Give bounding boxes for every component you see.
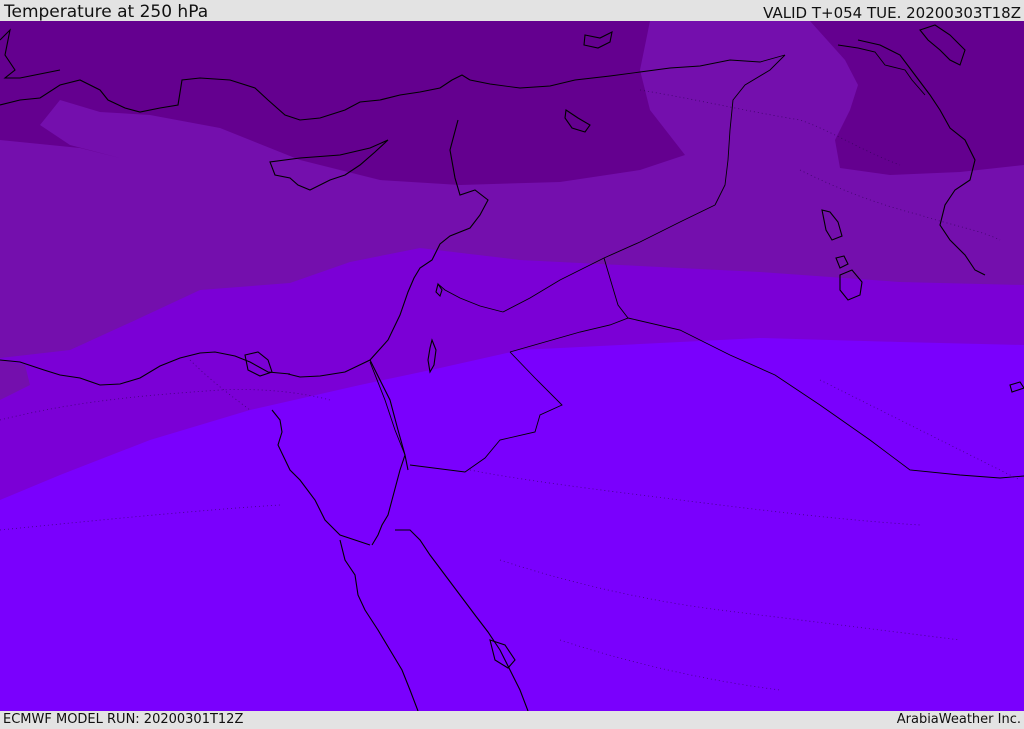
header-bar: Temperature at 250 hPa VALID T+054 TUE. … — [0, 0, 1024, 21]
valid-time: VALID T+054 TUE. 20200303T18Z — [763, 4, 1021, 22]
map-title: Temperature at 250 hPa — [4, 2, 209, 22]
map-canvas[interactable] — [0, 21, 1024, 711]
credit-label: ArabiaWeather Inc. — [896, 712, 1021, 727]
model-run-label: ECMWF MODEL RUN: 20200301T12Z — [3, 712, 244, 727]
footer-bar: ECMWF MODEL RUN: 20200301T12Z ArabiaWeat… — [0, 711, 1024, 729]
